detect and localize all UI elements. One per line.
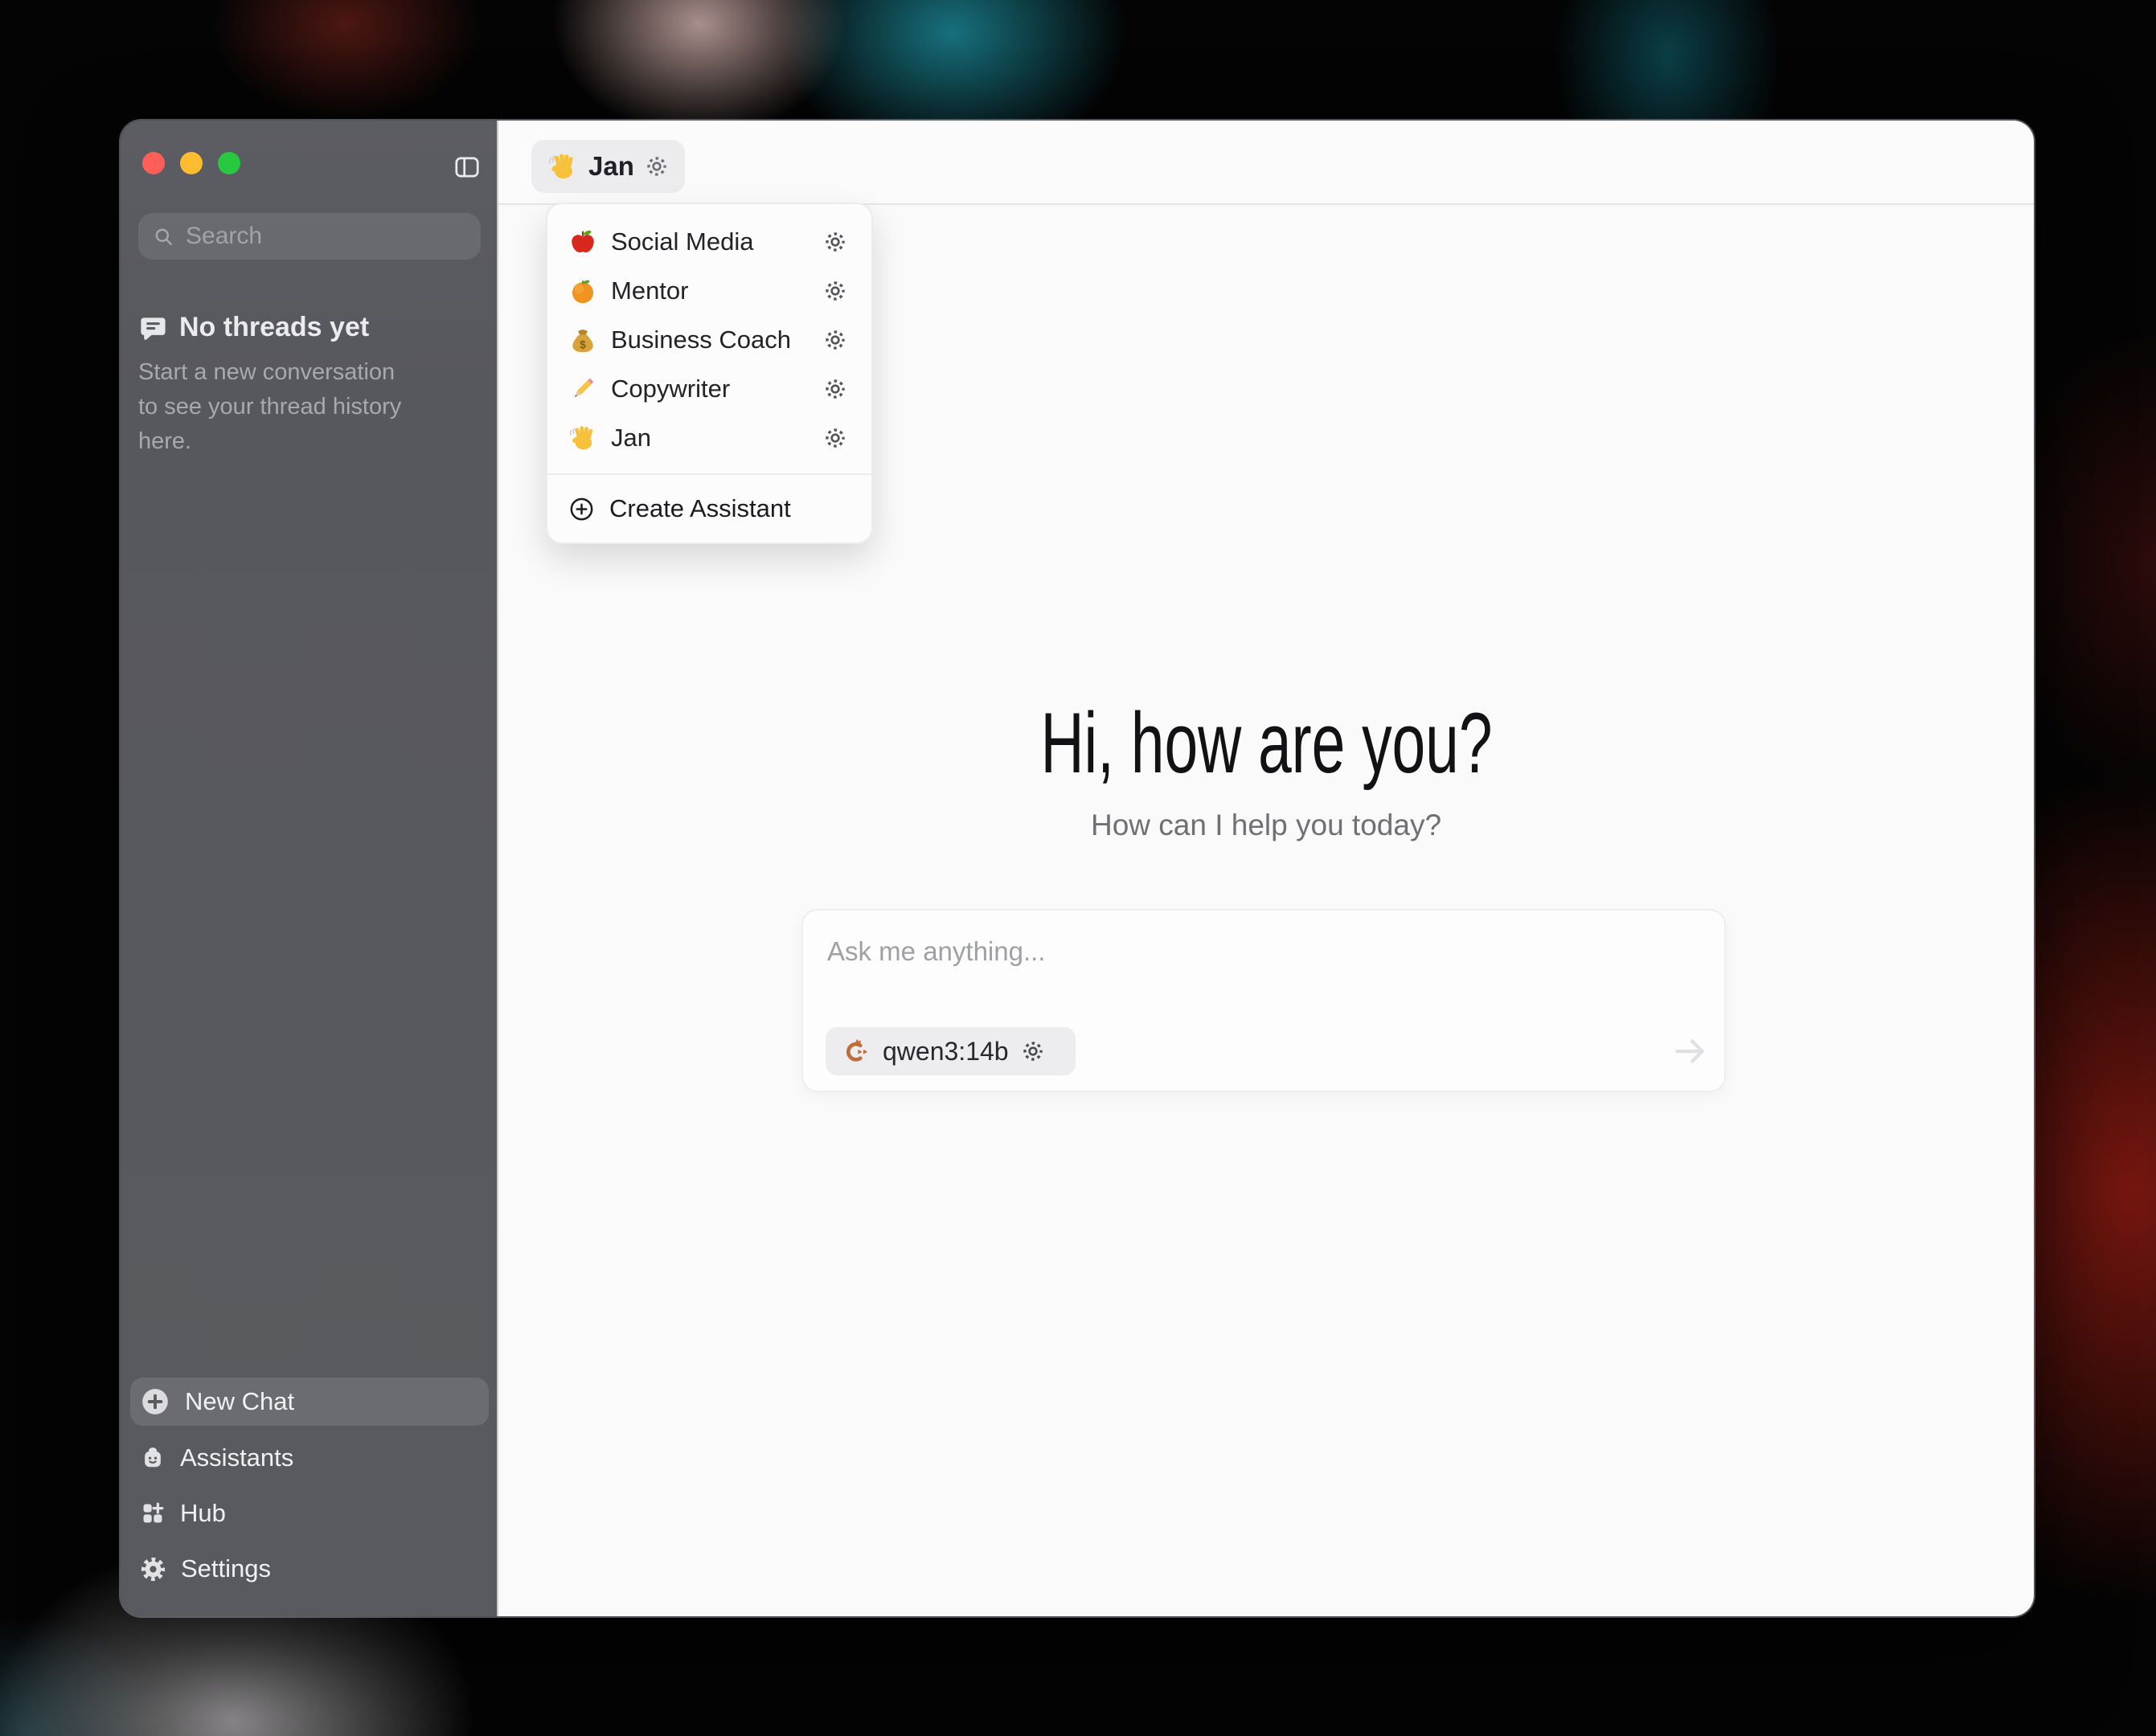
assistant-name: Jan bbox=[611, 424, 810, 452]
gear-icon[interactable] bbox=[823, 230, 847, 254]
sidebar-item-new-chat[interactable]: New Chat bbox=[130, 1378, 489, 1426]
active-assistant-name: Jan bbox=[588, 151, 634, 182]
wave-hand-icon bbox=[547, 151, 578, 182]
plus-circle-icon bbox=[140, 1386, 170, 1417]
assistant-menu: Social Media bbox=[546, 203, 873, 544]
model-selector-button[interactable]: qwen3:14b bbox=[826, 1027, 1076, 1075]
assistant-name: Social Media bbox=[611, 227, 810, 256]
assistant-face-icon bbox=[140, 1445, 166, 1471]
assistant-menu-item-social-media[interactable]: Social Media bbox=[547, 217, 871, 266]
gear-icon[interactable] bbox=[823, 426, 847, 450]
assistant-name: Copywriter bbox=[611, 375, 810, 403]
sidebar-item-hub[interactable]: Hub bbox=[130, 1489, 489, 1537]
create-assistant-label: Create Assistant bbox=[609, 494, 791, 523]
sidebar-item-label: Hub bbox=[180, 1499, 226, 1528]
assistant-name: Mentor bbox=[611, 276, 810, 305]
arrow-right-icon bbox=[1670, 1031, 1710, 1071]
apple-icon bbox=[568, 227, 597, 256]
assistant-menu-item-copywriter[interactable]: Copywriter bbox=[547, 364, 871, 413]
assistant-menu-item-jan[interactable]: Jan bbox=[547, 413, 871, 462]
assistant-name: Business Coach bbox=[611, 326, 810, 354]
gear-icon[interactable] bbox=[645, 154, 669, 178]
composer: qwen3:14b bbox=[801, 909, 1726, 1092]
model-name: qwen3:14b bbox=[883, 1037, 1009, 1067]
desktop-background: No threads yet Start a new conversation … bbox=[0, 0, 2156, 1736]
sidebar-item-label: New Chat bbox=[185, 1387, 294, 1416]
pencil-icon bbox=[568, 375, 597, 403]
sidebar-item-label: Settings bbox=[181, 1554, 271, 1583]
greeting-subtitle: How can I help you today? bbox=[498, 809, 2034, 842]
gear-icon[interactable] bbox=[823, 328, 847, 352]
sidebar-item-assistants[interactable]: Assistants bbox=[130, 1434, 489, 1482]
assistant-menu-item-mentor[interactable]: Mentor bbox=[547, 266, 871, 315]
svg-text:$: $ bbox=[580, 338, 586, 350]
gear-icon[interactable] bbox=[823, 377, 847, 401]
money-bag-icon: $ bbox=[568, 326, 597, 354]
gear-icon[interactable] bbox=[823, 279, 847, 303]
gear-icon[interactable] bbox=[1021, 1039, 1045, 1063]
sidebar-nav: New Chat Assistants bbox=[130, 121, 489, 1616]
grid-plus-icon bbox=[140, 1501, 166, 1526]
sidebar-item-settings[interactable]: Settings bbox=[130, 1545, 489, 1593]
sidebar: No threads yet Start a new conversation … bbox=[121, 121, 498, 1616]
create-assistant-button[interactable]: Create Assistant bbox=[547, 475, 871, 542]
tangerine-icon bbox=[568, 276, 597, 305]
chat-header: Jan bbox=[498, 121, 2034, 205]
gear-icon bbox=[140, 1556, 166, 1582]
wave-hand-icon bbox=[568, 424, 597, 452]
assistant-selector-button[interactable]: Jan bbox=[531, 140, 685, 193]
message-input[interactable] bbox=[803, 911, 1724, 1015]
plus-circle-outline-icon bbox=[568, 496, 595, 522]
llama-provider-icon bbox=[842, 1037, 871, 1066]
sidebar-item-label: Assistants bbox=[180, 1443, 293, 1472]
app-window: No threads yet Start a new conversation … bbox=[121, 121, 2034, 1616]
send-button[interactable] bbox=[1670, 1031, 1710, 1071]
assistant-menu-item-business-coach[interactable]: $ Business Coach bbox=[547, 315, 871, 364]
greeting-title: Hi, how are you? bbox=[498, 693, 2034, 794]
chat-panel: Jan bbox=[498, 121, 2034, 1616]
